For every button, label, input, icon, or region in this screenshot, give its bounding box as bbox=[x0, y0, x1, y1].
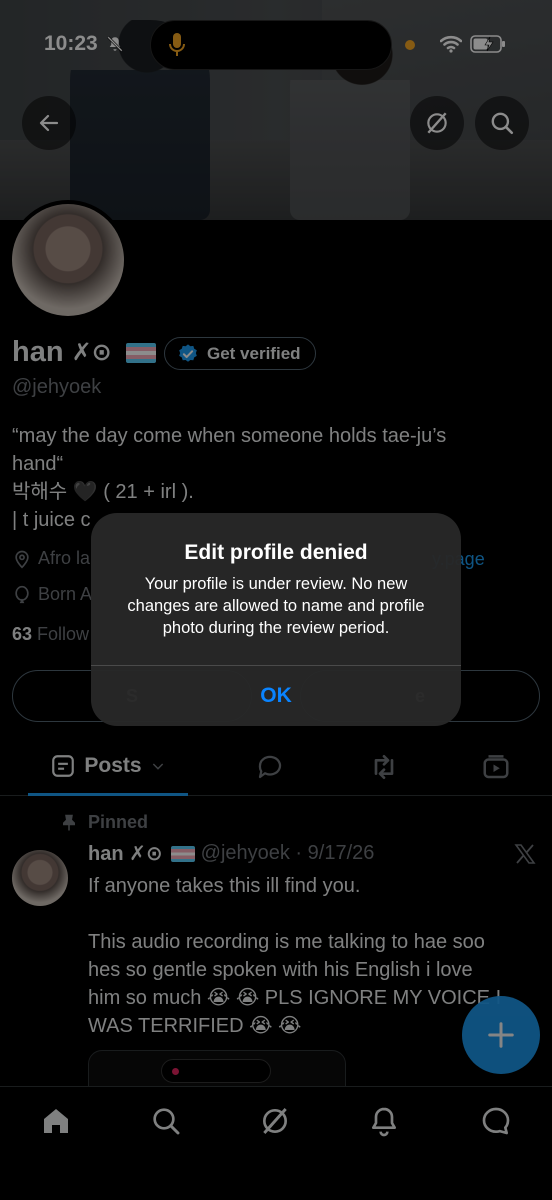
alert-ok-button[interactable]: OK bbox=[91, 666, 461, 726]
alert-title: Edit profile denied bbox=[184, 541, 368, 564]
alert-message: Your profile is under review. No new cha… bbox=[127, 575, 425, 637]
edit-profile-denied-alert: Edit profile denied Your profile is unde… bbox=[91, 513, 461, 726]
